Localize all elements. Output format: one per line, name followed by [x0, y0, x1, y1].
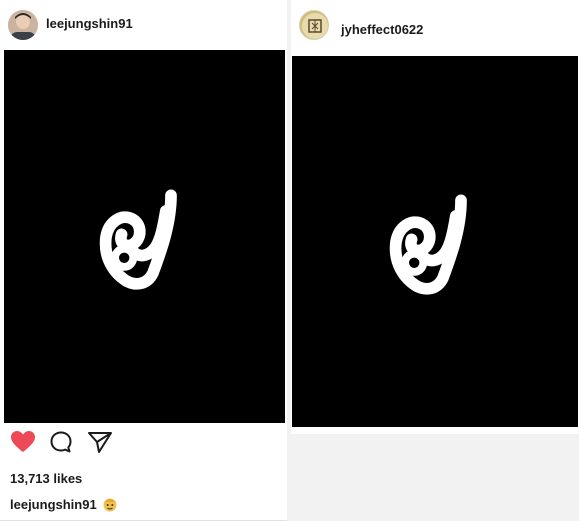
post-left: leejungshin91 13,713 likes leejungshin91: [0, 0, 287, 521]
share-icon[interactable]: [87, 430, 113, 459]
caption: leejungshin91: [10, 496, 118, 515]
emoji-icon: [102, 496, 118, 515]
avatar[interactable]: [299, 10, 329, 40]
likes-count[interactable]: 13,713 likes: [10, 471, 82, 486]
post-image[interactable]: [4, 50, 285, 423]
avatar[interactable]: [8, 10, 38, 40]
comment-icon[interactable]: [49, 430, 73, 459]
thai-nine-glyph: [4, 50, 285, 423]
username[interactable]: leejungshin91: [46, 16, 133, 31]
post-header: leejungshin91: [0, 0, 287, 48]
post-right: jyheffect0622: [291, 0, 579, 434]
thai-nine-glyph: [292, 56, 578, 427]
heart-icon[interactable]: [10, 430, 36, 459]
post-header: jyheffect0622: [291, 0, 579, 48]
username[interactable]: jyheffect0622: [341, 22, 423, 37]
post-actions: [0, 430, 140, 460]
post-image[interactable]: [292, 56, 578, 427]
caption-username[interactable]: leejungshin91: [10, 497, 97, 512]
